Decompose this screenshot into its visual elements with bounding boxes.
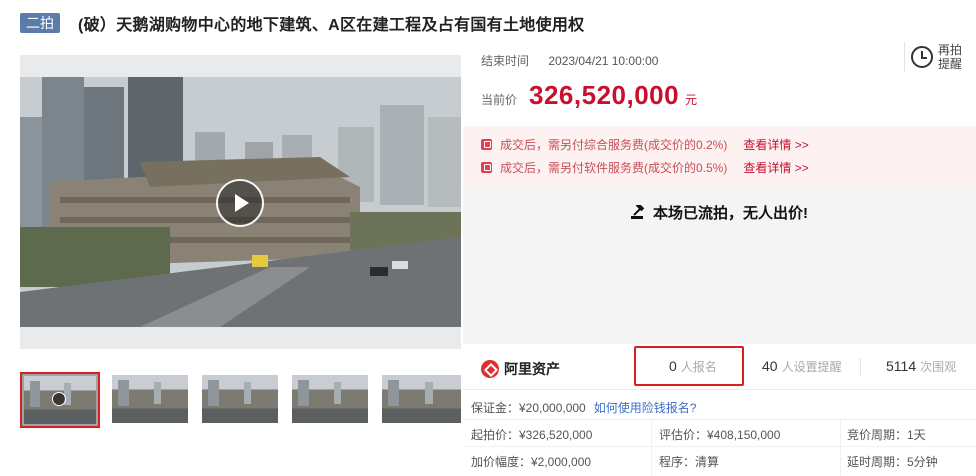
divider: [840, 420, 841, 476]
deposit-help-link[interactable]: 如何使用险钱报名?: [594, 401, 697, 415]
divider: [463, 419, 976, 420]
thumbnail-image: [292, 375, 368, 423]
thumbnail-image: [382, 375, 461, 423]
current-price: 326,520,000: [529, 80, 680, 110]
thumbnail-4[interactable]: [292, 375, 368, 423]
divider: [904, 42, 905, 72]
thumbnail-2[interactable]: [112, 375, 188, 423]
alarm-clock-icon: [911, 46, 933, 68]
thumbnail-image: [112, 375, 188, 423]
remind-line-1: 再拍: [938, 43, 963, 57]
relist-remind-button[interactable]: 再拍 提醒: [904, 40, 966, 74]
fee-text: 成交后，需另付综合服务费(成交价的0.2%): [500, 138, 728, 152]
service-fee-notice: 成交后，需另付综合服务费(成交价的0.2%) 查看详情 >> 成交后，需另付软件…: [463, 126, 976, 186]
deposit: 保证金：¥20,000,000: [471, 401, 586, 415]
fee-text: 成交后，需另付软件服务费(成交价的0.5%): [500, 161, 728, 175]
fee-icon: [481, 139, 492, 150]
auction-status-box: 本场已流拍，无人出价!: [463, 186, 976, 344]
ali-assets-logo-icon: [481, 360, 499, 378]
thumbnail-strip: [20, 372, 461, 430]
brand-name: 阿里资产: [504, 361, 560, 377]
price-unit: 元: [685, 93, 698, 107]
video-play-button[interactable]: [216, 179, 264, 227]
auction-status: 本场已流拍，无人出价!: [463, 202, 976, 223]
divider: [860, 358, 861, 376]
gavel-icon: [631, 205, 645, 219]
auction-round-badge: 二拍: [20, 13, 60, 33]
views-stat: 5114 次围观: [886, 358, 956, 375]
thumbnail-3[interactable]: [202, 375, 278, 423]
thumbnail-play-icon: [52, 392, 66, 406]
reminders-count: 40: [762, 358, 778, 374]
title-row: 二拍 (破）天鹅湖购物中心的地下建筑、A区在建工程及占有国有土地使用权: [20, 11, 584, 35]
end-time-row: 结束时间 2023/04/21 10:00:00: [481, 52, 658, 69]
bid-increment: 加价幅度：¥2,000,000: [471, 455, 592, 469]
divider: [463, 446, 976, 447]
fee-details-link[interactable]: 查看详情 >>: [743, 136, 808, 153]
procedure: 程序：清算: [659, 455, 720, 469]
fee-details-link[interactable]: 查看详情 >>: [743, 159, 808, 176]
thumbnail-1[interactable]: [20, 372, 100, 428]
remind-text: 再拍 提醒: [938, 43, 962, 71]
thumbnail-image: [202, 375, 278, 423]
stats-bar: 阿里资产 0 人报名 40 人设置提醒 5114 次围观: [463, 346, 976, 390]
remind-line-2: 提醒: [938, 57, 963, 71]
status-text: 本场已流拍，无人出价!: [653, 205, 808, 222]
fee-icon: [481, 162, 492, 173]
views-count: 5114: [886, 358, 917, 374]
thumbnail-5[interactable]: [382, 375, 461, 423]
views-label: 次围观: [920, 360, 957, 374]
deposit-row: 保证金：¥20,000,000 如何使用险钱报名?: [471, 399, 696, 416]
registered-count: 0: [669, 358, 677, 374]
delay-period: 延时周期：5分钟: [847, 455, 938, 469]
current-price-row: 当前价 326,520,000 元: [481, 80, 697, 111]
assessed-price: 评估价：¥408,150,000: [659, 428, 781, 442]
divider: [651, 420, 652, 476]
fee-line-2: 成交后，需另付软件服务费(成交价的0.5%) 查看详情 >>: [481, 159, 809, 176]
bid-period: 竞价周期：1天: [847, 428, 926, 442]
price-label: 当前价: [481, 93, 518, 107]
fee-line-1: 成交后，需另付综合服务费(成交价的0.2%) 查看详情 >>: [481, 136, 809, 153]
start-price: 起拍价：¥326,520,000: [471, 428, 593, 442]
page-title: (破）天鹅湖购物中心的地下建筑、A区在建工程及占有国有土地使用权: [78, 17, 585, 34]
registered-stat: 0 人报名: [669, 358, 717, 375]
end-time-label: 结束时间: [481, 54, 530, 68]
reminders-label: 人设置提醒: [781, 360, 842, 374]
registered-label: 人报名: [680, 360, 717, 374]
main-media-viewer[interactable]: [20, 55, 461, 349]
reminders-stat: 40 人设置提醒: [762, 358, 842, 375]
brand: 阿里资产: [481, 359, 560, 379]
end-time-value: 2023/04/21 10:00:00: [548, 54, 659, 68]
